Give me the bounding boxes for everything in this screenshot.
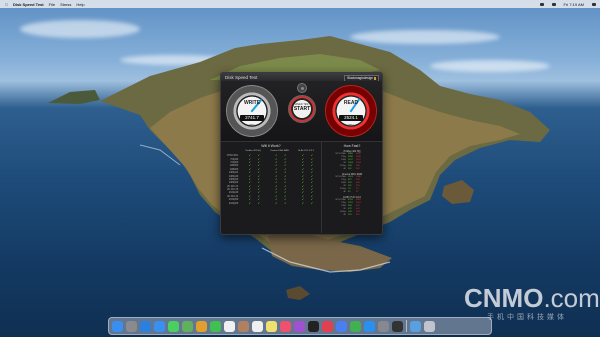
cnmo-watermark: CNMO.com: [464, 283, 600, 314]
speed-value-read: 110: [356, 214, 360, 216]
read-value: 2524.1: [339, 115, 363, 121]
messages-icon[interactable]: [168, 320, 179, 332]
window-title: Disk Speed Test: [225, 74, 258, 80]
speed-value-read: 57: [356, 191, 359, 193]
row-label: 2160p60: [228, 201, 239, 205]
write-value: 2741.7: [240, 115, 264, 121]
will-it-work-panel: Will it Work? ProRes 422 HQ Cinema DNG RA…: [221, 142, 322, 233]
maps-icon[interactable]: [182, 320, 193, 332]
speed-value-write: 261: [348, 168, 352, 170]
menu-clock[interactable]: Fri 7:19 AM: [564, 2, 584, 7]
watermark-suffix: .com: [543, 283, 600, 313]
how-fast-table: ProRes 422 HQ NTSC/PAL 6892 6892 720p 2836 283…: [324, 150, 380, 217]
speed-row-label: 4K: [343, 168, 346, 170]
check-icon: ✔: [301, 201, 304, 205]
read-gauge: READ 2524.1 MB/s: [325, 85, 377, 137]
check-icon: ✔: [275, 201, 278, 205]
read-label: READ: [343, 100, 359, 106]
menu-help[interactable]: Help: [76, 2, 84, 7]
reminders-icon[interactable]: [252, 320, 263, 332]
keynote-icon[interactable]: [336, 320, 347, 332]
downloads-icon[interactable]: [410, 320, 421, 332]
read-unit: MB/s: [347, 123, 355, 127]
mail-icon[interactable]: [154, 320, 165, 332]
safari-icon[interactable]: [140, 320, 151, 332]
check-icon: ✔: [248, 201, 251, 205]
speed-row-label: 4K: [343, 191, 346, 193]
gauge-panel: WRITE 2741.7 MB/s SPEED TEST START READ …: [221, 81, 382, 141]
launchpad-icon[interactable]: [126, 320, 137, 332]
speed-group: 10-Bit YUV 4:2:2 NTSC/PAL 4215 3881 720p 1311…: [324, 196, 380, 217]
blackmagic-icon[interactable]: [392, 320, 403, 332]
battery-icon[interactable]: [551, 2, 556, 6]
dock-separator: [406, 320, 407, 332]
finder-icon[interactable]: [112, 320, 123, 332]
results-sections: Will it Work? ProRes 422 HQ Cinema DNG RA…: [221, 141, 382, 233]
settings-gear-icon[interactable]: [297, 83, 307, 93]
watermark-sub: 手机中国科技媒体: [487, 314, 567, 321]
how-fast-panel: How Fast? ProRes 422 HQ NTSC/PAL 6892 6892 7…: [322, 142, 382, 233]
notes-icon[interactable]: [266, 320, 277, 332]
news-icon[interactable]: [322, 320, 333, 332]
speed-row: 4K 261 261: [324, 168, 380, 171]
appstore-icon[interactable]: [364, 320, 375, 332]
write-label: WRITE: [243, 100, 261, 106]
menu-stress[interactable]: Stress: [60, 2, 71, 7]
speed-row: 4K 119 110: [324, 214, 380, 217]
how-fast-title: How Fast?: [343, 144, 361, 148]
music-icon[interactable]: [280, 320, 291, 332]
apple-icon[interactable]: : [5, 2, 8, 7]
calendar-icon[interactable]: [224, 320, 235, 332]
wifi-icon[interactable]: [539, 2, 544, 6]
disk-speed-test-window: Disk Speed Test Blackmagicdesign WRITE 2…: [220, 72, 383, 235]
tv-icon[interactable]: [308, 320, 319, 332]
brand-label: Blackmagicdesign: [347, 76, 373, 80]
speed-row-label: 4K: [343, 214, 346, 216]
facetime-icon[interactable]: [210, 320, 221, 332]
speed-group: Cinema DNG RAW NTSC/PAL 1613 1486 720p 627 578…: [324, 173, 380, 194]
menu-file[interactable]: File: [49, 2, 55, 7]
will-it-work-title: Will it Work?: [261, 144, 281, 148]
write-gauge: WRITE 2741.7 MB/s: [226, 85, 278, 137]
speed-value-write: 119: [348, 214, 352, 216]
speed-group: ProRes 422 HQ NTSC/PAL 6892 6892 720p 2836 283…: [324, 150, 380, 171]
speed-row: 4K 62 57: [324, 191, 380, 194]
preferences-icon[interactable]: [378, 320, 389, 332]
start-button[interactable]: SPEED TEST START: [288, 95, 316, 123]
contacts-icon[interactable]: [238, 320, 249, 332]
table-row: 2160p60 ✔ ✔ ✔ ✔ ✔ ✔: [223, 201, 319, 205]
watermark-brand: CNMO: [464, 283, 544, 313]
check-icon: ✔: [310, 201, 313, 205]
format-cell-group: ✔ ✔: [266, 202, 293, 205]
podcasts-icon[interactable]: [294, 320, 305, 332]
write-unit: MB/s: [248, 123, 256, 127]
search-icon[interactable]: [592, 2, 596, 6]
format-cell-group: ✔ ✔: [239, 202, 266, 205]
format-cell-group: ✔ ✔: [292, 202, 319, 205]
menu-bar:  Disk Speed Test File Stress Help Fri 7…: [0, 0, 600, 8]
trash-icon[interactable]: [424, 320, 435, 332]
will-it-work-table: NTSC/PAL ✔ ✔ ✔ ✔ ✔ ✔ 720p50 ✔ ✔ ✔ ✔ ✔ ✔ 720p60 ✔ ✔ ✔ ✔ ✔ ✔ 10…: [223, 154, 319, 205]
numbers-icon[interactable]: [350, 320, 361, 332]
brand-square-icon: [374, 76, 376, 80]
dock: [108, 317, 492, 335]
photos-icon[interactable]: [196, 320, 207, 332]
speed-value-write: 62: [348, 191, 351, 193]
check-icon: ✔: [257, 201, 260, 205]
start-label: START: [293, 106, 311, 112]
window-titlebar[interactable]: Disk Speed Test Blackmagicdesign: [221, 73, 382, 82]
check-icon: ✔: [284, 201, 287, 205]
speed-value-read: 261: [356, 168, 360, 170]
menu-app-name[interactable]: Disk Speed Test: [13, 2, 44, 7]
